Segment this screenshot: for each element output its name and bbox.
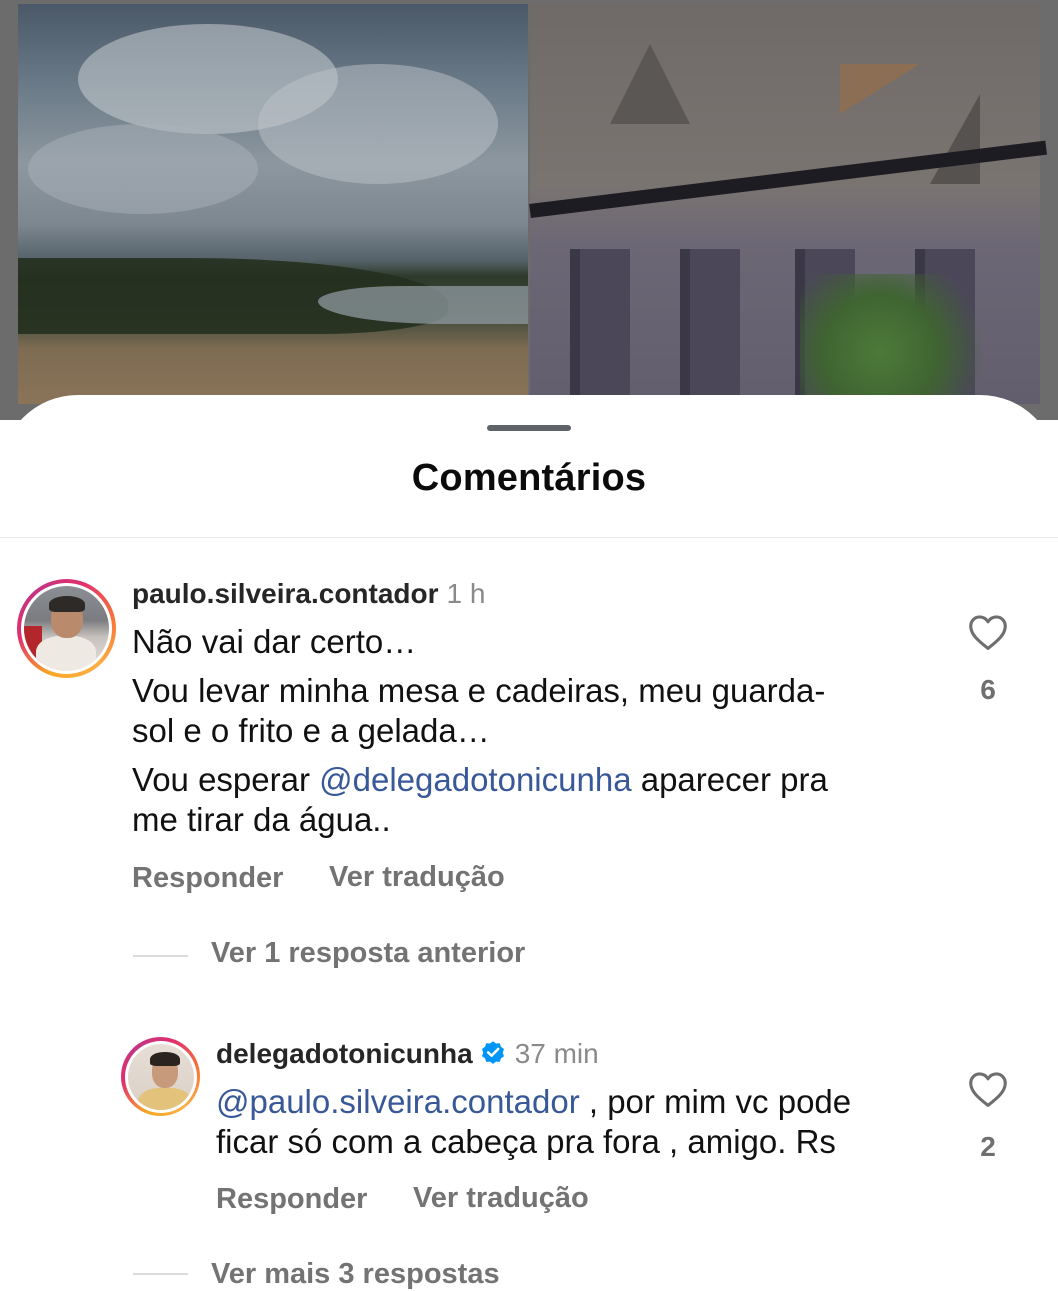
sheet-title: Comentários: [411, 457, 647, 499]
reply-button[interactable]: Responder: [132, 862, 283, 895]
replies-divider-line: [133, 1273, 188, 1275]
reply-button[interactable]: Responder: [216, 1183, 367, 1216]
replies-divider-line: [133, 955, 188, 957]
comment-username[interactable]: paulo.silveira.contador: [132, 578, 439, 609]
comment-line: Vou esperar @delegadotonicunha aparecer …: [132, 761, 828, 798]
post-photo-river: [18, 4, 528, 404]
comment-time: 37 min: [514, 1038, 599, 1069]
comment-line: Não vai dar certo…: [132, 623, 417, 660]
header-divider: [0, 537, 1058, 538]
comment-time: 1 h: [446, 578, 486, 609]
view-more-replies-button[interactable]: Ver mais 3 respostas: [211, 1258, 500, 1291]
comment-text: @paulo.silveira.contador , por mim vc po…: [216, 1082, 851, 1162]
avatar[interactable]: [121, 1037, 200, 1116]
mention-link[interactable]: @delegadotonicunha: [319, 761, 631, 798]
see-translation-button[interactable]: Ver tradução: [413, 1182, 589, 1215]
comment-line: @paulo.silveira.contador , por mim vc po…: [216, 1083, 852, 1120]
heart-outline-icon[interactable]: [967, 613, 1009, 651]
comment-line: ficar só com a cabeça pra fora , amigo. …: [216, 1123, 836, 1160]
comment-username[interactable]: delegadotonicunha: [216, 1038, 473, 1069]
mention-link[interactable]: @paulo.silveira.contador: [216, 1083, 580, 1120]
comment-line: Vou levar minha mesa e cadeiras, meu gua…: [132, 672, 826, 709]
heart-outline-icon[interactable]: [967, 1070, 1009, 1108]
like-count: 6: [980, 674, 996, 705]
like-count: 2: [980, 1131, 996, 1162]
sheet-drag-handle[interactable]: [487, 425, 571, 431]
see-translation-button[interactable]: Ver tradução: [329, 861, 505, 894]
comment-line: sol e o frito e a gelada…: [132, 712, 490, 749]
view-previous-replies-button[interactable]: Ver 1 resposta anterior: [211, 937, 525, 970]
post-photo-building: [529, 4, 1047, 404]
verified-badge-icon: [481, 1041, 504, 1064]
avatar[interactable]: [17, 579, 116, 678]
comment-text: Não vai dar certo… Vou levar minha mesa …: [132, 622, 828, 840]
comment-line: me tirar da água..: [132, 801, 391, 838]
post-media-background: [0, 0, 1058, 420]
